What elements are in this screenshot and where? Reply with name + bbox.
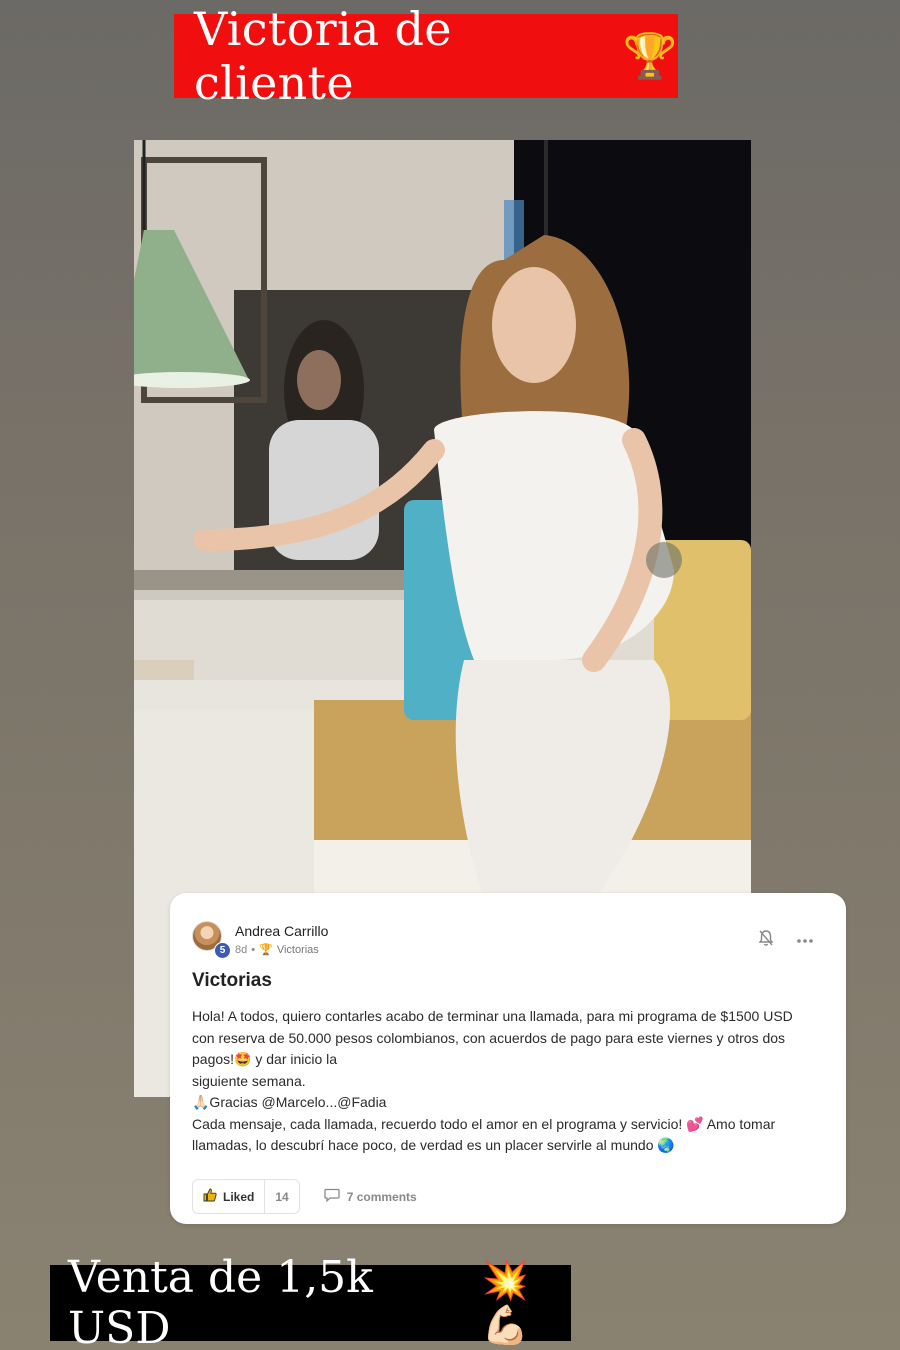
more-options-icon[interactable] <box>796 932 814 948</box>
like-label: Liked <box>223 1189 255 1204</box>
post-meta: 8d • 🏆 Victorias <box>235 943 328 957</box>
post-title: Victorias <box>192 970 272 991</box>
post-author-row: 5 Andrea Carrillo 8d • 🏆 Victorias <box>192 915 824 959</box>
comment-icon <box>324 1188 340 1205</box>
meta-separator: • <box>251 943 256 956</box>
post-body: Hola! A todos, quiero contarles acabo de… <box>192 1006 812 1157</box>
sale-banner: Venta de 1,5k USD 💥💪🏻 <box>50 1252 571 1350</box>
like-count[interactable]: 14 <box>265 1190 298 1204</box>
author-name[interactable]: Andrea Carrillo <box>235 923 328 939</box>
post-footer: Liked 14 7 comments <box>192 1179 417 1214</box>
post-paragraph: Cada mensaje, cada llamada, recuerdo tod… <box>192 1115 776 1154</box>
like-control: Liked 14 <box>192 1179 300 1214</box>
trophy-icon: 🏆 <box>622 31 678 82</box>
author-info: Andrea Carrillo 8d • 🏆 Victorias <box>235 915 328 956</box>
post-paragraph: siguiente semana. <box>192 1072 306 1089</box>
post-paragraph: Hola! A todos, quiero contarles acabo de… <box>192 1008 793 1067</box>
like-button[interactable]: Liked <box>193 1180 266 1213</box>
post-category[interactable]: Victorias <box>277 944 319 956</box>
title-banner: Victoria de cliente 🏆 <box>174 2 678 110</box>
trophy-icon: 🏆 <box>259 944 273 956</box>
post-actions <box>758 929 814 951</box>
post-age: 8d <box>235 943 248 956</box>
explosion-muscle-icon: 💥💪🏻 <box>481 1258 529 1347</box>
sale-text: Venta de 1,5k USD <box>68 1252 373 1350</box>
post-paragraph: 🙏🏻Gracias @Marcelo...@Fadia <box>192 1094 387 1110</box>
title-text: Victoria de cliente <box>194 2 452 110</box>
author-avatar-wrap[interactable]: 5 <box>192 921 231 959</box>
comments-label: 7 comments <box>346 1189 417 1204</box>
bell-off-icon[interactable] <box>758 929 774 951</box>
community-post-card: 5 Andrea Carrillo 8d • 🏆 Victorias Victo… <box>170 893 846 1224</box>
comments-link[interactable]: 7 comments <box>324 1188 417 1205</box>
level-badge: 5 <box>214 942 231 959</box>
thumbs-up-icon <box>203 1188 217 1205</box>
